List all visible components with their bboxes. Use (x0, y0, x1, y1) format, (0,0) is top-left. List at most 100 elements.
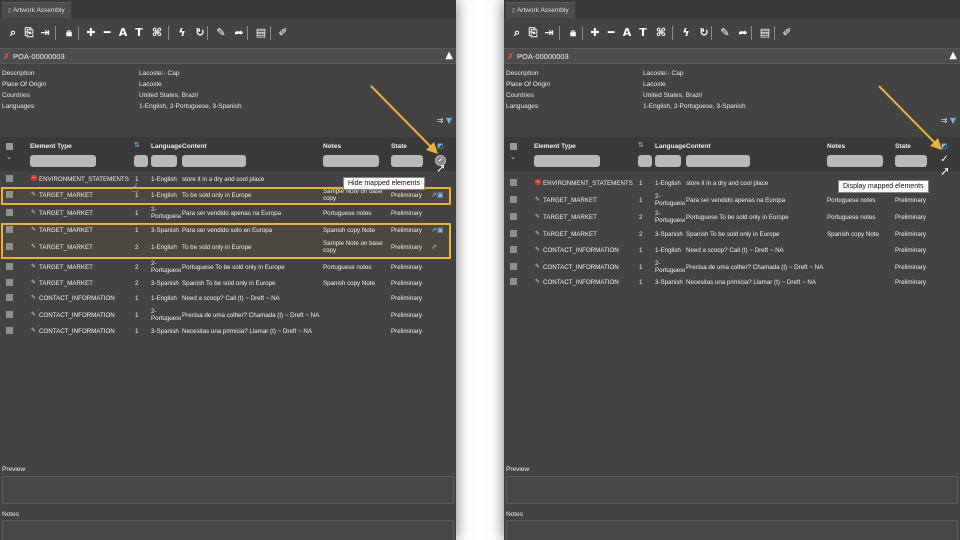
element-type-filter[interactable] (534, 155, 600, 167)
sort-order-icon[interactable]: ⇅ (638, 141, 644, 149)
cell-sequence: 1 (639, 264, 643, 271)
table-row[interactable]: ✎ TARGET_MARKET 2 2-Portuguese Portuguese To… (504, 210, 960, 226)
col-element-type[interactable]: Element Type (30, 143, 72, 150)
cell-language: 2-Portuguese (151, 260, 181, 274)
attach-icon[interactable]: ⎘ (22, 25, 36, 40)
edit-icon[interactable]: ✎ (718, 25, 732, 40)
send-icon[interactable]: ➦ (736, 25, 750, 40)
clipboard-icon[interactable]: ▤ (758, 25, 772, 40)
row-checkbox[interactable] (510, 230, 517, 237)
row-checkbox[interactable] (6, 279, 13, 286)
seq-filter[interactable] (134, 155, 148, 167)
refresh-icon[interactable]: ↻ (193, 25, 207, 40)
cell-content: Spanish To be sold only in Europe (182, 280, 276, 287)
tooltip: Display mapped elements (838, 180, 929, 193)
table-row[interactable]: ✎ CONTACT_INFORMATION 1 3-Spanish Necesitas … (504, 275, 960, 291)
seq-filter[interactable] (638, 155, 652, 167)
notes-box[interactable] (506, 520, 958, 540)
mapped-link-icon[interactable]: ⇗▣ (431, 226, 443, 234)
table-row[interactable]: ✎ TARGET_MARKET 1 2-Portuguese Para ser vend… (504, 193, 960, 209)
chevron-down-icon[interactable]: ⌄ (510, 153, 516, 161)
text-format-icon[interactable]: A (620, 25, 634, 40)
row-checkbox[interactable] (510, 246, 517, 253)
row-checkbox[interactable] (6, 311, 13, 318)
content-filter[interactable] (182, 155, 246, 167)
row-checkbox[interactable] (510, 179, 517, 186)
sort-order-icon[interactable]: ⇅ (134, 141, 140, 149)
search-icon[interactable]: ⌕ (510, 25, 524, 40)
cell-language: 3-Spanish (151, 280, 179, 287)
notes-filter[interactable] (827, 155, 883, 167)
collapse-icon[interactable]: ▲ (949, 50, 957, 61)
hierarchy-icon[interactable]: ⌘ (654, 25, 668, 40)
meta-label: Countries (2, 92, 30, 99)
row-checkbox[interactable] (510, 278, 517, 285)
edit-element-icon: ✎ (535, 213, 541, 220)
language-filter[interactable] (655, 155, 681, 167)
table-row[interactable]: ✎ TARGET_MARKET 1 2-Portuguese Para ser vend… (0, 206, 456, 222)
edit-icon[interactable]: ✎ (214, 25, 228, 40)
row-checkbox[interactable] (510, 196, 517, 203)
col-notes[interactable]: Notes (323, 143, 341, 150)
col-content[interactable]: Content (686, 143, 711, 150)
row-checkbox[interactable] (6, 294, 13, 301)
table-row[interactable]: ✎ CONTACT_INFORMATION 1 1-English Need a sco… (0, 291, 456, 307)
send-icon[interactable]: ➦ (232, 25, 246, 40)
attach-icon[interactable]: ⎘ (526, 25, 540, 40)
clipboard-icon[interactable]: ▤ (254, 25, 268, 40)
search-icon[interactable]: ⌕ (6, 25, 20, 40)
note-icon[interactable]: ✐ (780, 25, 794, 40)
annotation-arrow (878, 85, 942, 150)
element-type-filter[interactable] (30, 155, 96, 167)
table-row[interactable]: ✎ TARGET_MARKET 2 3-Spanish Spanish To be so… (504, 227, 960, 243)
note-icon[interactable]: ✐ (276, 25, 290, 40)
cell-sequence: 1 (639, 279, 643, 286)
mapped-link-icon[interactable]: ⇗▣ (431, 191, 443, 199)
refresh-icon[interactable]: ↻ (697, 25, 711, 40)
flash-icon[interactable]: ϟ (679, 25, 693, 40)
text-format-alt-icon[interactable]: T (132, 25, 146, 40)
col-language[interactable]: Language (655, 143, 686, 150)
table-row[interactable]: ✎ CONTACT_INFORMATION 1 3-Spanish Necesitas … (0, 324, 456, 340)
row-checkbox[interactable] (6, 209, 13, 216)
lock-icon[interactable]: 🔒︎ (566, 25, 580, 40)
collapse-icon[interactable]: ▲ (445, 50, 453, 61)
chevron-down-icon[interactable]: ⌄ (6, 153, 12, 161)
table-row[interactable]: ✎ CONTACT_INFORMATION 1 1-English Need a sco… (504, 243, 960, 259)
flash-icon[interactable]: ϟ (175, 25, 189, 40)
mapped-link-icon[interactable]: ⇗ (431, 243, 437, 251)
table-row[interactable]: ✎ CONTACT_INFORMATION 1 2-Portuguese Precisa… (504, 260, 960, 276)
row-checkbox[interactable] (510, 213, 517, 220)
text-format-alt-icon[interactable]: T (636, 25, 650, 40)
select-all-checkbox[interactable] (6, 143, 13, 150)
col-element-type[interactable]: Element Type (534, 143, 576, 150)
meta-value: Lacoste (643, 81, 666, 88)
row-checkbox[interactable] (6, 327, 13, 334)
content-filter[interactable] (686, 155, 750, 167)
tab-artwork-assembly[interactable]: Artwork Assembly (2, 2, 71, 18)
export-icon[interactable]: ⇥ (38, 25, 52, 40)
row-checkbox[interactable] (6, 175, 13, 182)
col-content[interactable]: Content (182, 143, 207, 150)
row-checkbox[interactable] (510, 263, 517, 270)
language-filter[interactable] (151, 155, 177, 167)
text-format-icon[interactable]: A (116, 25, 130, 40)
cell-sequence: 1 (135, 210, 139, 217)
add-icon[interactable]: ✚ (84, 25, 98, 40)
row-checkbox[interactable] (6, 263, 13, 270)
select-all-checkbox[interactable] (510, 143, 517, 150)
export-icon[interactable]: ⇥ (542, 25, 556, 40)
notes-label: Notes (2, 511, 19, 518)
col-language[interactable]: Language (151, 143, 182, 150)
notes-box[interactable] (2, 520, 454, 540)
lock-icon[interactable]: 🔒︎ (62, 25, 76, 40)
hierarchy-icon[interactable]: ⌘ (150, 25, 164, 40)
table-row[interactable]: ✎ TARGET_MARKET 2 2-Portuguese Portuguese To… (0, 260, 456, 276)
remove-icon[interactable]: ━ (604, 25, 618, 40)
tab-artwork-assembly[interactable]: Artwork Assembly (506, 2, 575, 18)
add-icon[interactable]: ✚ (588, 25, 602, 40)
col-notes[interactable]: Notes (827, 143, 845, 150)
remove-icon[interactable]: ━ (100, 25, 114, 40)
table-row[interactable]: ✎ TARGET_MARKET 2 3-Spanish Spanish To be so… (0, 276, 456, 292)
table-row[interactable]: ✎ CONTACT_INFORMATION 1 2-Portuguese Precisa… (0, 308, 456, 324)
